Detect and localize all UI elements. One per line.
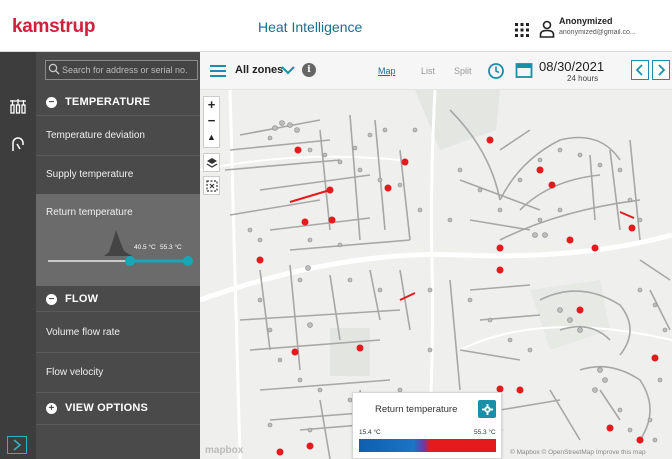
user-email: anonymized@gmail.co... bbox=[559, 29, 636, 36]
calendar-icon[interactable] bbox=[515, 61, 533, 79]
date-period: 24 hours bbox=[567, 74, 599, 83]
user-name[interactable]: Anonymized bbox=[559, 16, 613, 26]
select-area-icon bbox=[205, 180, 218, 192]
range-high-label: 55.3 °C bbox=[160, 243, 182, 251]
tab-list[interactable]: List bbox=[421, 66, 435, 76]
expand-section-icon: + bbox=[46, 402, 57, 414]
apps-grid-icon[interactable] bbox=[515, 23, 529, 37]
zoom-in-icon[interactable]: + bbox=[203, 97, 220, 113]
map-toolbar: All zones i Map List Split 08/30/2021 24… bbox=[200, 52, 672, 90]
flow-icon[interactable] bbox=[8, 134, 28, 154]
layer-item-temperature-deviation[interactable]: Temperature deviation bbox=[36, 118, 200, 154]
temperature-range-slider[interactable]: 40.5 °C 55.3 °C bbox=[46, 226, 196, 276]
app-title: Heat Intelligence bbox=[258, 19, 363, 35]
layer-item-return-temperature-label: Return temperature bbox=[46, 207, 133, 218]
legend-color-scale bbox=[359, 439, 496, 452]
map-attribution[interactable]: © Mapbox © OpenStreetMap Improve this ma… bbox=[510, 449, 646, 456]
tab-split[interactable]: Split bbox=[454, 66, 472, 76]
divider bbox=[36, 392, 200, 393]
zoom-out-icon[interactable]: − bbox=[203, 113, 220, 129]
divider bbox=[36, 424, 200, 425]
legend-settings-button[interactable] bbox=[478, 400, 496, 418]
chevron-right-icon bbox=[658, 64, 666, 76]
range-low-label: 40.5 °C bbox=[134, 243, 156, 251]
slider-handle-low bbox=[125, 256, 135, 266]
section-temperature[interactable]: − TEMPERATURE bbox=[36, 90, 200, 114]
section-flow[interactable]: − FLOW bbox=[36, 287, 200, 311]
legend-min-value: 15.4 °C bbox=[359, 429, 381, 436]
zoom-controls: + − ▲ bbox=[203, 96, 220, 148]
meter-icon[interactable] bbox=[8, 96, 28, 116]
legend-title: Return temperature bbox=[375, 404, 458, 415]
chevron-down-icon[interactable] bbox=[280, 63, 296, 77]
next-date-button[interactable] bbox=[652, 60, 670, 80]
chevron-left-icon bbox=[635, 64, 643, 76]
section-flow-label: FLOW bbox=[65, 293, 99, 305]
section-view-options[interactable]: + VIEW OPTIONS bbox=[36, 396, 200, 420]
user-icon[interactable] bbox=[539, 20, 555, 38]
layers-button[interactable] bbox=[203, 153, 220, 172]
search-icon bbox=[48, 63, 60, 75]
mapbox-logo[interactable]: mapbox bbox=[205, 445, 243, 456]
section-view-options-label: VIEW OPTIONS bbox=[65, 402, 149, 414]
histogram-shape bbox=[86, 230, 141, 256]
section-temperature-label: TEMPERATURE bbox=[65, 96, 151, 108]
menu-icon[interactable] bbox=[210, 65, 226, 77]
layer-panel: Search for address or serial no. − TEMPE… bbox=[36, 52, 200, 459]
expand-panel-button[interactable] bbox=[7, 436, 27, 454]
date-display[interactable]: 08/30/2021 bbox=[539, 59, 604, 74]
expand-icon bbox=[13, 439, 22, 451]
divider bbox=[36, 311, 200, 312]
previous-date-button[interactable] bbox=[631, 60, 649, 80]
layers-icon bbox=[206, 158, 217, 168]
tab-map[interactable]: Map bbox=[378, 66, 396, 76]
legend-max-value: 55.3 °C bbox=[474, 429, 496, 436]
gear-icon bbox=[481, 403, 493, 415]
top-bar: kamstrup Heat Intelligence Anonymized an… bbox=[0, 0, 672, 52]
info-icon[interactable]: i bbox=[302, 63, 316, 77]
navigation-rail bbox=[0, 52, 36, 459]
layer-item-supply-temperature[interactable]: Supply temperature bbox=[36, 156, 200, 192]
select-area-button[interactable] bbox=[203, 176, 220, 195]
map-legend: Return temperature 15.4 °C 55.3 °C bbox=[352, 392, 502, 459]
collapse-icon: − bbox=[46, 96, 57, 108]
compass-icon[interactable]: ▲ bbox=[203, 129, 220, 145]
collapse-icon: − bbox=[46, 293, 57, 305]
kamstrup-logo[interactable]: kamstrup bbox=[12, 16, 95, 38]
layer-item-volume-flow-rate[interactable]: Volume flow rate bbox=[36, 314, 200, 352]
clock-icon[interactable] bbox=[487, 62, 505, 80]
zone-selector[interactable]: All zones bbox=[235, 64, 283, 76]
slider-handle-high bbox=[183, 256, 193, 266]
divider bbox=[36, 115, 200, 116]
search-input[interactable]: Search for address or serial no. bbox=[45, 60, 198, 80]
layer-item-flow-velocity[interactable]: Flow velocity bbox=[36, 353, 200, 391]
